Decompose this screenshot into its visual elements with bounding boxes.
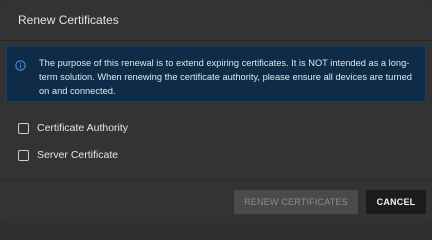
footer-divider — [0, 180, 432, 181]
certificate-authority-checkbox[interactable] — [18, 122, 29, 134]
dialog-actions: RENEW CERTIFICATES CANCEL — [234, 190, 426, 214]
dialog-title: Renew Certificates — [18, 13, 119, 27]
certificate-authority-label: Certificate Authority — [37, 122, 129, 134]
option-server-certificate[interactable]: Server Certificate — [18, 148, 432, 162]
info-icon — [15, 58, 26, 71]
info-banner: The purpose of this renewal is to extend… — [6, 46, 426, 102]
certificate-options: Certificate Authority Server Certificate — [0, 121, 432, 162]
renew-certificates-button[interactable]: RENEW CERTIFICATES — [234, 190, 358, 214]
renew-certificates-dialog: Renew Certificates The purpose of this r… — [0, 0, 432, 223]
option-certificate-authority[interactable]: Certificate Authority — [18, 121, 432, 135]
server-certificate-label: Server Certificate — [37, 149, 119, 161]
cancel-button[interactable]: CANCEL — [366, 190, 426, 214]
header-divider — [0, 40, 432, 41]
server-certificate-checkbox[interactable] — [18, 149, 29, 161]
info-banner-text: The purpose of this renewal is to extend… — [39, 58, 412, 96]
dialog-header: Renew Certificates — [0, 0, 432, 40]
